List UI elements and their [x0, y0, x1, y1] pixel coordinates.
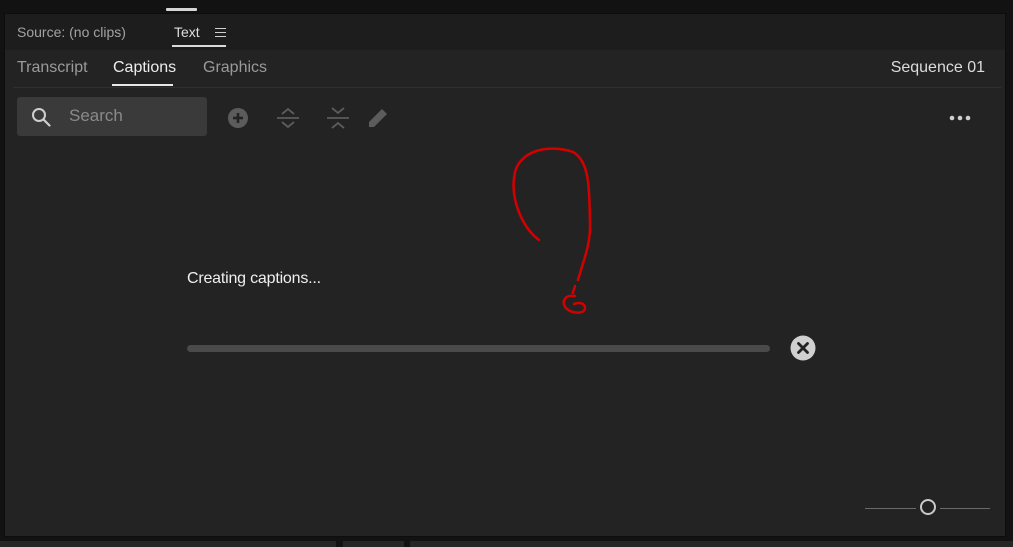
active-panel-indicator [166, 8, 197, 11]
cancel-button[interactable] [790, 335, 816, 361]
more-icon [949, 115, 971, 121]
handwritten-question-mark-icon [512, 147, 592, 314]
pencil-icon [369, 109, 387, 127]
search-icon [32, 108, 51, 127]
search-box[interactable] [17, 97, 207, 136]
hamburger-menu-icon[interactable] [215, 28, 226, 37]
more-options-button[interactable] [948, 106, 972, 130]
search-input[interactable] [69, 105, 199, 127]
red-question-mark-annotation [503, 144, 603, 324]
progress-status-text: Creating captions... [187, 270, 321, 287]
expand-button[interactable] [276, 106, 300, 130]
bottom-panel-tab [0, 541, 336, 547]
bottom-strip [0, 537, 1013, 547]
tab-text[interactable]: Text [174, 24, 200, 40]
top-strip [0, 0, 1013, 12]
collapse-button[interactable] [326, 106, 350, 130]
zoom-slider-handle[interactable] [920, 499, 936, 515]
bottom-panel-tab [410, 541, 1013, 547]
add-icon [228, 108, 248, 128]
zoom-track-right [940, 508, 990, 509]
collapse-icon [327, 107, 349, 129]
zoom-track-left [865, 508, 916, 509]
progress-bar [187, 345, 770, 352]
expand-icon [277, 107, 299, 129]
text-panel: Source: (no clips) Text Transcript Capti… [4, 13, 1006, 537]
zoom-slider[interactable] [865, 499, 990, 519]
tab-source[interactable]: Source: (no clips) [17, 24, 126, 40]
sequence-name: Sequence 01 [890, 59, 985, 76]
panel-header: Source: (no clips) Text [5, 14, 1005, 50]
bottom-panel-tab [343, 541, 404, 547]
edit-button[interactable] [366, 106, 390, 130]
add-caption-button[interactable] [226, 106, 250, 130]
tab-text-underline [172, 45, 226, 47]
tab-captions[interactable]: Captions [113, 59, 176, 77]
tab-graphics[interactable]: Graphics [203, 59, 267, 77]
tab-captions-underline [112, 84, 173, 86]
subtab-divider [13, 87, 1001, 88]
tab-transcript[interactable]: Transcript [17, 59, 88, 77]
close-icon [790, 335, 816, 361]
